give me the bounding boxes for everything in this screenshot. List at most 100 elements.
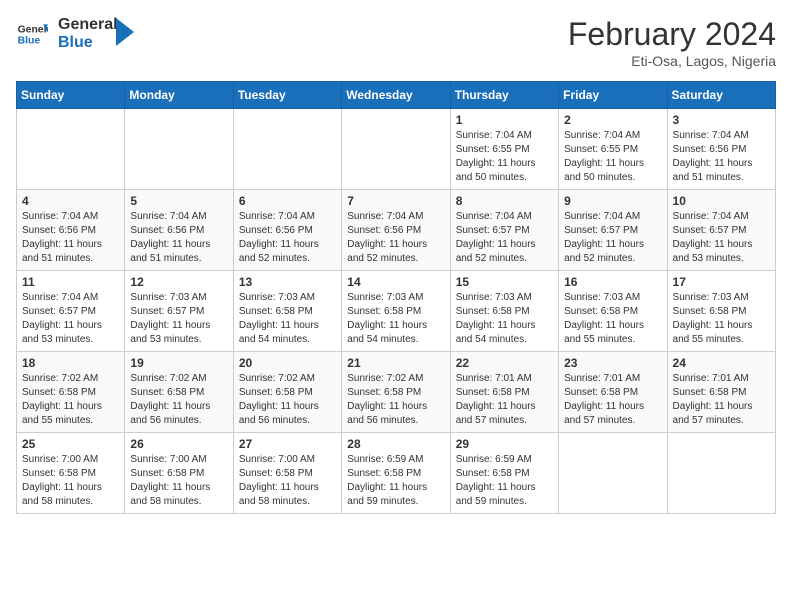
day-info: Sunrise: 7:04 AM Sunset: 6:56 PM Dayligh… [347,210,444,266]
calendar-cell: 19 Sunrise: 7:02 AM Sunset: 6:58 PM Dayli… [125,352,233,433]
calendar-week-5: 25 Sunrise: 7:00 AM Sunset: 6:58 PM Dayli… [17,433,776,514]
day-info: Sunrise: 7:04 AM Sunset: 6:56 PM Dayligh… [673,129,770,185]
day-number: 27 [239,437,336,451]
calendar-cell [17,109,125,190]
day-info: Sunrise: 7:03 AM Sunset: 6:58 PM Dayligh… [564,291,661,347]
day-info: Sunrise: 7:02 AM Sunset: 6:58 PM Dayligh… [130,372,227,428]
calendar-cell: 20 Sunrise: 7:02 AM Sunset: 6:58 PM Dayli… [233,352,341,433]
day-info: Sunrise: 7:00 AM Sunset: 6:58 PM Dayligh… [130,453,227,509]
calendar-cell: 18Sunrise: 7:02 AM Sunset: 6:58 PM Dayli… [17,352,125,433]
day-info: Sunrise: 7:04 AM Sunset: 6:57 PM Dayligh… [456,210,553,266]
weekday-header-wednesday: Wednesday [342,82,450,109]
day-number: 22 [456,356,553,370]
day-info: Sunrise: 7:03 AM Sunset: 6:58 PM Dayligh… [239,291,336,347]
day-info: Sunrise: 6:59 AM Sunset: 6:58 PM Dayligh… [456,453,553,509]
calendar-cell: 7Sunrise: 7:04 AM Sunset: 6:56 PM Daylig… [342,190,450,271]
calendar-cell [233,109,341,190]
logo-icon: General Blue [16,18,48,50]
day-number: 18 [22,356,119,370]
calendar-cell: 5Sunrise: 7:04 AM Sunset: 6:56 PM Daylig… [125,190,233,271]
calendar-cell [667,433,775,514]
weekday-header-friday: Friday [559,82,667,109]
day-number: 19 [130,356,227,370]
calendar-cell: 15 Sunrise: 7:03 AM Sunset: 6:58 PM Dayli… [450,271,558,352]
title-block: February 2024 Eti-Osa, Lagos, Nigeria [568,16,776,69]
logo-general: General [58,16,118,34]
calendar-cell: 23Sunrise: 7:01 AM Sunset: 6:58 PM Dayli… [559,352,667,433]
day-info: Sunrise: 7:04 AM Sunset: 6:56 PM Dayligh… [22,210,119,266]
calendar-cell: 17 Sunrise: 7:03 AM Sunset: 6:58 PM Dayli… [667,271,775,352]
day-number: 23 [564,356,661,370]
calendar-week-4: 18 Sunrise: 7:02 AM Sunset: 6:58 PM Dayli… [17,352,776,433]
day-info: Sunrise: 7:04 AM Sunset: 6:57 PM Dayligh… [22,291,119,347]
day-number: 26 [130,437,227,451]
day-info: Sunrise: 7:03 AM Sunset: 6:57 PM Dayligh… [130,291,227,347]
logo-blue: Blue [58,34,118,52]
day-info: Sunrise: 7:00 AM Sunset: 6:58 PM Dayligh… [22,453,119,509]
day-number: 8 [456,194,553,208]
day-number: 9 [564,194,661,208]
day-number: 15 [456,275,553,289]
calendar-cell: 29Sunrise: 6:59 AM Sunset: 6:58 PM Dayli… [450,433,558,514]
calendar-cell: 8 Sunrise: 7:04 AM Sunset: 6:57 PM Daylig… [450,190,558,271]
calendar-week-1: 1 Sunrise: 7:04 AM Sunset: 6:55 PM Daylig… [17,109,776,190]
calendar-cell: 25 Sunrise: 7:00 AM Sunset: 6:58 PM Dayli… [17,433,125,514]
day-number: 14 [347,275,444,289]
day-info: Sunrise: 7:00 AM Sunset: 6:58 PM Dayligh… [239,453,336,509]
day-number: 16 [564,275,661,289]
day-info: Sunrise: 7:02 AM Sunset: 6:58 PM Dayligh… [239,372,336,428]
day-info: Sunrise: 7:04 AM Sunset: 6:56 PM Dayligh… [239,210,336,266]
day-number: 17 [673,275,770,289]
day-number: 3 [673,113,770,127]
day-info: Sunrise: 7:03 AM Sunset: 6:58 PM Dayligh… [347,291,444,347]
day-number: 13 [239,275,336,289]
calendar-cell: 13 Sunrise: 7:03 AM Sunset: 6:58 PM Dayli… [233,271,341,352]
day-info: Sunrise: 7:03 AM Sunset: 6:58 PM Dayligh… [673,291,770,347]
day-number: 24 [673,356,770,370]
calendar-cell: 2 Sunrise: 7:04 AM Sunset: 6:55 PM Daylig… [559,109,667,190]
day-number: 6 [239,194,336,208]
calendar-cell: 9 Sunrise: 7:04 AM Sunset: 6:57 PM Daylig… [559,190,667,271]
day-number: 21 [347,356,444,370]
calendar-cell: 26 Sunrise: 7:00 AM Sunset: 6:58 PM Dayli… [125,433,233,514]
day-number: 20 [239,356,336,370]
calendar-week-3: 11Sunrise: 7:04 AM Sunset: 6:57 PM Dayli… [17,271,776,352]
calendar-cell: 3 Sunrise: 7:04 AM Sunset: 6:56 PM Daylig… [667,109,775,190]
day-number: 10 [673,194,770,208]
weekday-header-tuesday: Tuesday [233,82,341,109]
calendar-cell: 28 Sunrise: 6:59 AM Sunset: 6:58 PM Dayli… [342,433,450,514]
calendar-cell: 11Sunrise: 7:04 AM Sunset: 6:57 PM Dayli… [17,271,125,352]
calendar-cell: 4 Sunrise: 7:04 AM Sunset: 6:56 PM Daylig… [17,190,125,271]
location-subtitle: Eti-Osa, Lagos, Nigeria [568,53,776,69]
day-number: 28 [347,437,444,451]
weekday-header-monday: Monday [125,82,233,109]
day-info: Sunrise: 6:59 AM Sunset: 6:58 PM Dayligh… [347,453,444,509]
calendar-cell: 16 Sunrise: 7:03 AM Sunset: 6:58 PM Dayli… [559,271,667,352]
day-info: Sunrise: 7:04 AM Sunset: 6:57 PM Dayligh… [564,210,661,266]
logo-chevron-icon [116,18,134,46]
day-info: Sunrise: 7:04 AM Sunset: 6:55 PM Dayligh… [564,129,661,185]
calendar-week-2: 4 Sunrise: 7:04 AM Sunset: 6:56 PM Daylig… [17,190,776,271]
calendar-cell: 21Sunrise: 7:02 AM Sunset: 6:58 PM Dayli… [342,352,450,433]
calendar-cell: 14 Sunrise: 7:03 AM Sunset: 6:58 PM Dayli… [342,271,450,352]
calendar-cell [559,433,667,514]
calendar-cell: 27 Sunrise: 7:00 AM Sunset: 6:58 PM Dayli… [233,433,341,514]
calendar-cell [125,109,233,190]
logo: General Blue General Blue [16,16,134,51]
day-info: Sunrise: 7:04 AM Sunset: 6:55 PM Dayligh… [456,129,553,185]
day-number: 12 [130,275,227,289]
day-info: Sunrise: 7:04 AM Sunset: 6:57 PM Dayligh… [673,210,770,266]
day-number: 1 [456,113,553,127]
day-number: 2 [564,113,661,127]
weekday-header-saturday: Saturday [667,82,775,109]
calendar-cell: 10 Sunrise: 7:04 AM Sunset: 6:57 PM Dayli… [667,190,775,271]
day-number: 25 [22,437,119,451]
month-year-title: February 2024 [568,16,776,53]
day-number: 4 [22,194,119,208]
calendar-cell: 12 Sunrise: 7:03 AM Sunset: 6:57 PM Dayli… [125,271,233,352]
svg-text:General: General [18,24,48,35]
day-info: Sunrise: 7:01 AM Sunset: 6:58 PM Dayligh… [456,372,553,428]
calendar-cell: 24Sunrise: 7:01 AM Sunset: 6:58 PM Dayli… [667,352,775,433]
calendar-table: SundayMondayTuesdayWednesdayThursdayFrid… [16,81,776,514]
day-info: Sunrise: 7:03 AM Sunset: 6:58 PM Dayligh… [456,291,553,347]
